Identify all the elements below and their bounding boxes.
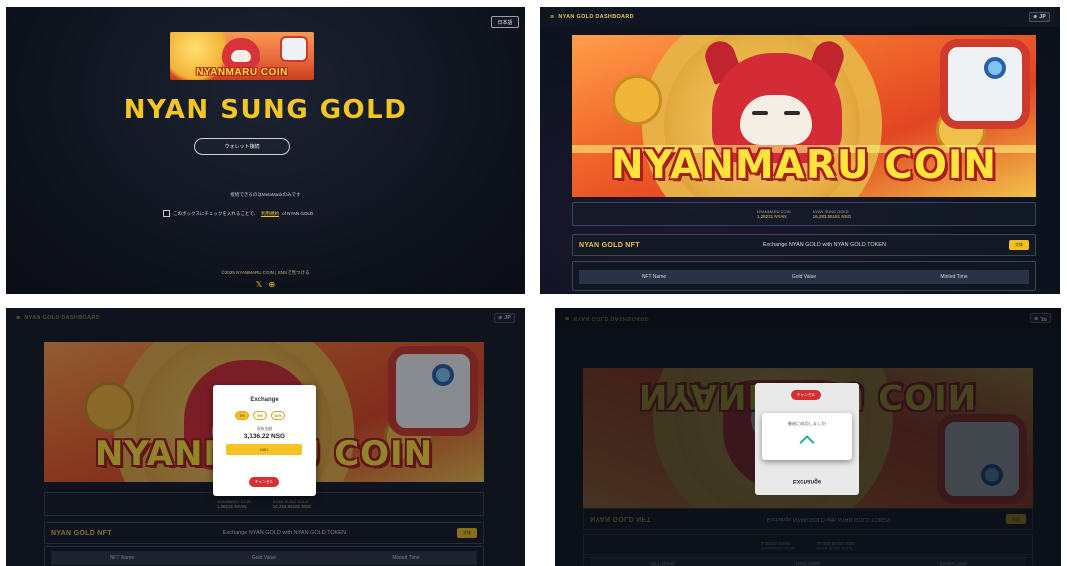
landing-panel: 日本語 NYANMARU COIN NYAN SUNG GOLD ウォレット接続… <box>6 7 525 294</box>
cat-eye-left <box>752 111 768 115</box>
cancel-button[interactable]: キャンセル <box>249 477 279 487</box>
col-nft-name: NFT Name <box>641 274 667 280</box>
nft-title: NYAN GOLD NFT <box>579 241 640 249</box>
metamask-note: 接続できるのはMetaMaskのみです <box>230 192 301 197</box>
balance-stats: NYANMARU COIN 1,28231 NYAN NYAN SUNG GOL… <box>572 202 1036 226</box>
exchange-open-button[interactable]: 交換 <box>1009 240 1029 250</box>
nft-description: Exchange NYAN GOLD with NYAN GOLD TOKEN <box>762 242 886 248</box>
nft-table: NFT Name Gold Value Minted Time <box>572 261 1036 291</box>
language-button[interactable]: 日本語 <box>491 16 519 28</box>
col-gold-value: Gold Value <box>791 274 817 280</box>
exchange-modal: Exchange 1% 5% 10% 保有金額 3,136.22 NSG NSH… <box>213 385 316 496</box>
success-modal-panel: ≡ NYAN GOLD DASHBOARD ⊕ JP NYANMARU COIN… <box>555 308 1061 566</box>
check-icon <box>799 435 815 444</box>
footer-copyright: ©2025 NYANMARU COIN | SNSで見つける <box>221 270 310 275</box>
rocket-shape <box>940 39 1030 129</box>
success-dialog: 撤退に成功しました! <box>762 413 852 460</box>
exchange-modal-title: Exchange <box>792 478 822 484</box>
pct-option-5[interactable]: 5% <box>253 411 267 420</box>
menu-icon[interactable]: ≡ <box>550 14 554 21</box>
stat-value: 1,28231 NYAN <box>756 214 787 219</box>
exchange-modal-title: Exchange <box>250 397 279 403</box>
nft-table-header: NFT Name Gold Value Minted Time <box>579 270 1029 284</box>
social-links: 𝕏 ⊕ <box>6 280 525 289</box>
banner-cat-face <box>231 50 251 62</box>
website-icon[interactable]: ⊕ <box>268 280 275 289</box>
col-minted-time: Minted Time <box>940 274 968 280</box>
stat-nyan: NYANMARU COIN 1,28231 NYAN <box>757 209 791 219</box>
agree-suffix: of NYAN GOLD <box>282 211 314 216</box>
pct-option-10[interactable]: 10% <box>271 411 285 420</box>
cat-face <box>740 95 812 145</box>
pct-option-1[interactable]: 1% <box>235 411 249 420</box>
language-toggle[interactable]: ⊕ JP <box>1029 12 1050 22</box>
nyanmaru-banner-small: NYANMARU COIN <box>170 32 314 80</box>
banner-label: NYANMARU COIN <box>196 67 288 78</box>
terms-checkbox[interactable] <box>163 210 170 217</box>
dashboard-header: ≡ NYAN GOLD DASHBOARD ⊕ JP <box>540 7 1060 27</box>
dashboard-panel: ≡ NYAN GOLD DASHBOARD ⊕ JP NYANMARU COIN… <box>540 7 1060 294</box>
banner-label: NYANMARU COIN <box>610 143 998 188</box>
terms-link[interactable]: 利用規約 <box>261 211 279 217</box>
balance-value: 3,136.22 NSG <box>243 433 286 440</box>
percentage-options: 1% 5% 10% <box>235 411 285 420</box>
cancel-button[interactable]: キャンセル <box>791 390 821 400</box>
cat-eye-right <box>784 111 800 115</box>
success-message: 撤退に成功しました! <box>787 421 827 426</box>
stat-nsg: NYAN SUNG GOLD 16,283.55181 NSG <box>813 209 852 219</box>
exchange-confirm-button[interactable]: NSH <box>226 444 302 455</box>
agree-prefix: このボックスにチェックを入れることで、 <box>173 210 259 216</box>
exchange-modal-panel: ≡ NYAN GOLD DASHBOARD ⊕ JP NYANMARU COIN… <box>6 308 525 566</box>
hero-title: NYAN SUNG GOLD <box>123 95 408 125</box>
x-icon[interactable]: 𝕏 <box>256 280 262 289</box>
balance-label: 保有金額 <box>256 427 273 431</box>
terms-agree-row: このボックスにチェックを入れることで、 利用規約 of NYAN GOLD <box>163 210 313 217</box>
banner-rocket-shape <box>280 36 308 62</box>
nyanmaru-banner: NYANMARU COIN <box>572 35 1036 197</box>
rocket-porthole <box>984 57 1006 79</box>
connect-wallet-button[interactable]: ウォレット接続 <box>194 138 290 155</box>
stat-value: 16,283.55181 NSG <box>812 214 852 219</box>
dashboard-title: NYAN GOLD DASHBOARD <box>558 14 634 20</box>
nft-section-bar: NYAN GOLD NFT Exchange NYAN GOLD with NY… <box>572 234 1036 256</box>
coin-left <box>612 75 662 125</box>
